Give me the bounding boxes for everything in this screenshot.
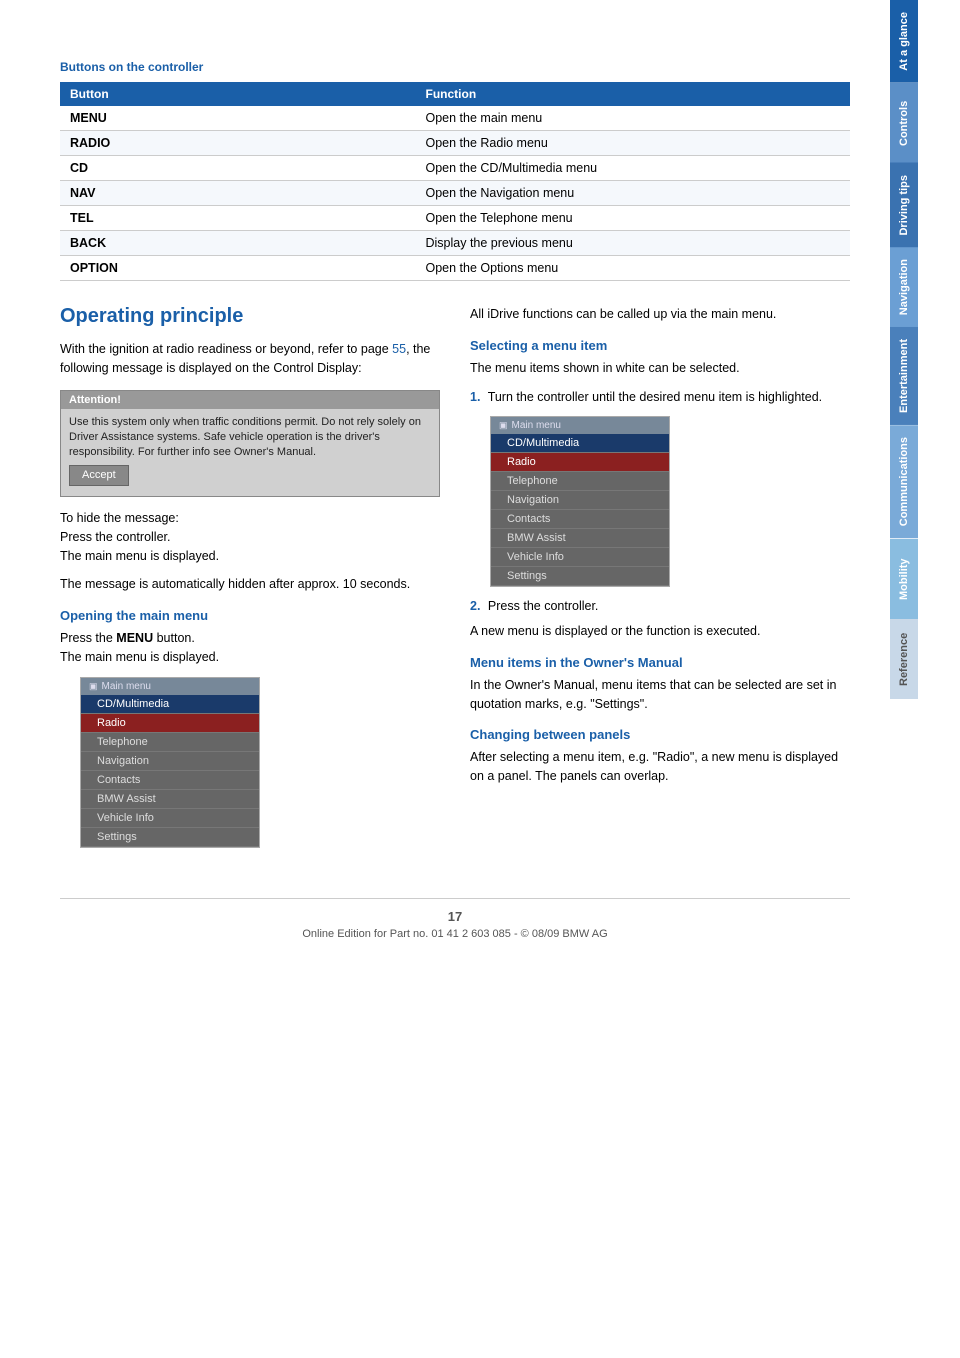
menu-item: Navigation	[491, 491, 669, 510]
intro-paragraph: With the ignition at radio readiness or …	[60, 340, 440, 378]
selecting-menu-title: Selecting a menu item	[470, 338, 850, 353]
left-column: Operating principle With the ignition at…	[60, 305, 440, 858]
menu-mock-header: ▣ Main menu	[81, 678, 259, 695]
auto-hide-text: The message is automatically hidden afte…	[60, 575, 440, 594]
sidebar-tab-communications[interactable]: Communications	[890, 425, 918, 538]
operating-section: Operating principle With the ignition at…	[60, 305, 850, 858]
menu-item: CD/Multimedia	[81, 695, 259, 714]
sidebar-tab-controls[interactable]: Controls	[890, 83, 918, 163]
buttons-section-title: Buttons on the controller	[60, 60, 850, 74]
menu-mock-header-right: ▣ Main menu	[491, 417, 669, 434]
function-cell: Open the main menu	[416, 106, 851, 131]
page-ref-link[interactable]: 55	[392, 342, 406, 356]
sidebar-tab-at-a-glance[interactable]: At a glance	[890, 0, 918, 83]
page-footer: 17 Online Edition for Part no. 01 41 2 6…	[60, 898, 850, 940]
col-header-button: Button	[60, 82, 416, 106]
menu-item: Telephone	[81, 733, 259, 752]
function-cell: Display the previous menu	[416, 231, 851, 256]
changing-text: After selecting a menu item, e.g. "Radio…	[470, 748, 850, 786]
hide-msg-text: To hide the message: Press the controlle…	[60, 509, 440, 565]
right-intro-text: All iDrive functions can be called up vi…	[470, 305, 850, 324]
buttons-table: Button Function MENUOpen the main menuRA…	[60, 82, 850, 281]
changing-panels-title: Changing between panels	[470, 727, 850, 742]
table-row: CDOpen the CD/Multimedia menu	[60, 156, 850, 181]
function-cell: Open the Navigation menu	[416, 181, 851, 206]
operating-title: Operating principle	[60, 305, 440, 328]
main-menu-mock-right: ▣ Main menu CD/MultimediaRadioTelephoneN…	[490, 416, 850, 587]
attention-header: Attention!	[61, 391, 439, 409]
right-sidebar: At a glanceControlsDriving tipsNavigatio…	[890, 0, 960, 1358]
sidebar-tab-mobility[interactable]: Mobility	[890, 539, 918, 619]
accept-button[interactable]: Accept	[69, 465, 129, 486]
right-column: All iDrive functions can be called up vi…	[470, 305, 850, 858]
sidebar-tab-entertainment[interactable]: Entertainment	[890, 327, 918, 425]
main-menu-mock-left: ▣ Main menu CD/MultimediaRadioTelephoneN…	[80, 677, 440, 848]
attention-box: Attention! Use this system only when tra…	[60, 390, 440, 498]
selecting-text: The menu items shown in white can be sel…	[470, 359, 850, 378]
button-cell: MENU	[60, 106, 416, 131]
buttons-section: Buttons on the controller Button Functio…	[60, 60, 850, 281]
menu-item: Contacts	[491, 510, 669, 529]
table-row: BACKDisplay the previous menu	[60, 231, 850, 256]
sidebar-tab-driving-tips[interactable]: Driving tips	[890, 163, 918, 248]
menu-item: BMW Assist	[81, 790, 259, 809]
result-text: A new menu is displayed or the function …	[470, 622, 850, 641]
menu-item: Contacts	[81, 771, 259, 790]
page-container: Buttons on the controller Button Functio…	[0, 0, 960, 1358]
function-cell: Open the Radio menu	[416, 131, 851, 156]
menu-item: Radio	[81, 714, 259, 733]
main-content: Buttons on the controller Button Functio…	[0, 0, 890, 1358]
function-cell: Open the CD/Multimedia menu	[416, 156, 851, 181]
menu-item: BMW Assist	[491, 529, 669, 548]
menu-item: Navigation	[81, 752, 259, 771]
opening-text: Press the MENU button. The main menu is …	[60, 629, 440, 667]
page-number: 17	[60, 909, 850, 924]
sidebar-tab-reference[interactable]: Reference	[890, 619, 918, 699]
step-1: 1. Turn the controller until the desired…	[470, 388, 850, 407]
owners-manual-title: Menu items in the Owner's Manual	[470, 655, 850, 670]
col-header-function: Function	[416, 82, 851, 106]
button-cell: RADIO	[60, 131, 416, 156]
owners-manual-text: In the Owner's Manual, menu items that c…	[470, 676, 850, 714]
function-cell: Open the Options menu	[416, 256, 851, 281]
table-row: TELOpen the Telephone menu	[60, 206, 850, 231]
menu-item: Settings	[81, 828, 259, 847]
opening-main-menu-title: Opening the main menu	[60, 608, 440, 623]
menu-item: Settings	[491, 567, 669, 586]
menu-item: Vehicle Info	[491, 548, 669, 567]
menu-item: CD/Multimedia	[491, 434, 669, 453]
sidebar-tab-navigation[interactable]: Navigation	[890, 247, 918, 327]
button-cell: NAV	[60, 181, 416, 206]
footer-text: Online Edition for Part no. 01 41 2 603 …	[302, 928, 607, 940]
function-cell: Open the Telephone menu	[416, 206, 851, 231]
table-row: MENUOpen the main menu	[60, 106, 850, 131]
button-cell: TEL	[60, 206, 416, 231]
button-cell: CD	[60, 156, 416, 181]
step-2: 2. Press the controller.	[470, 597, 850, 616]
attention-body: Use this system only when traffic condit…	[61, 409, 439, 497]
table-row: OPTIONOpen the Options menu	[60, 256, 850, 281]
table-row: RADIOOpen the Radio menu	[60, 131, 850, 156]
menu-item: Vehicle Info	[81, 809, 259, 828]
table-row: NAVOpen the Navigation menu	[60, 181, 850, 206]
menu-item: Radio	[491, 453, 669, 472]
button-cell: BACK	[60, 231, 416, 256]
button-cell: OPTION	[60, 256, 416, 281]
menu-item: Telephone	[491, 472, 669, 491]
